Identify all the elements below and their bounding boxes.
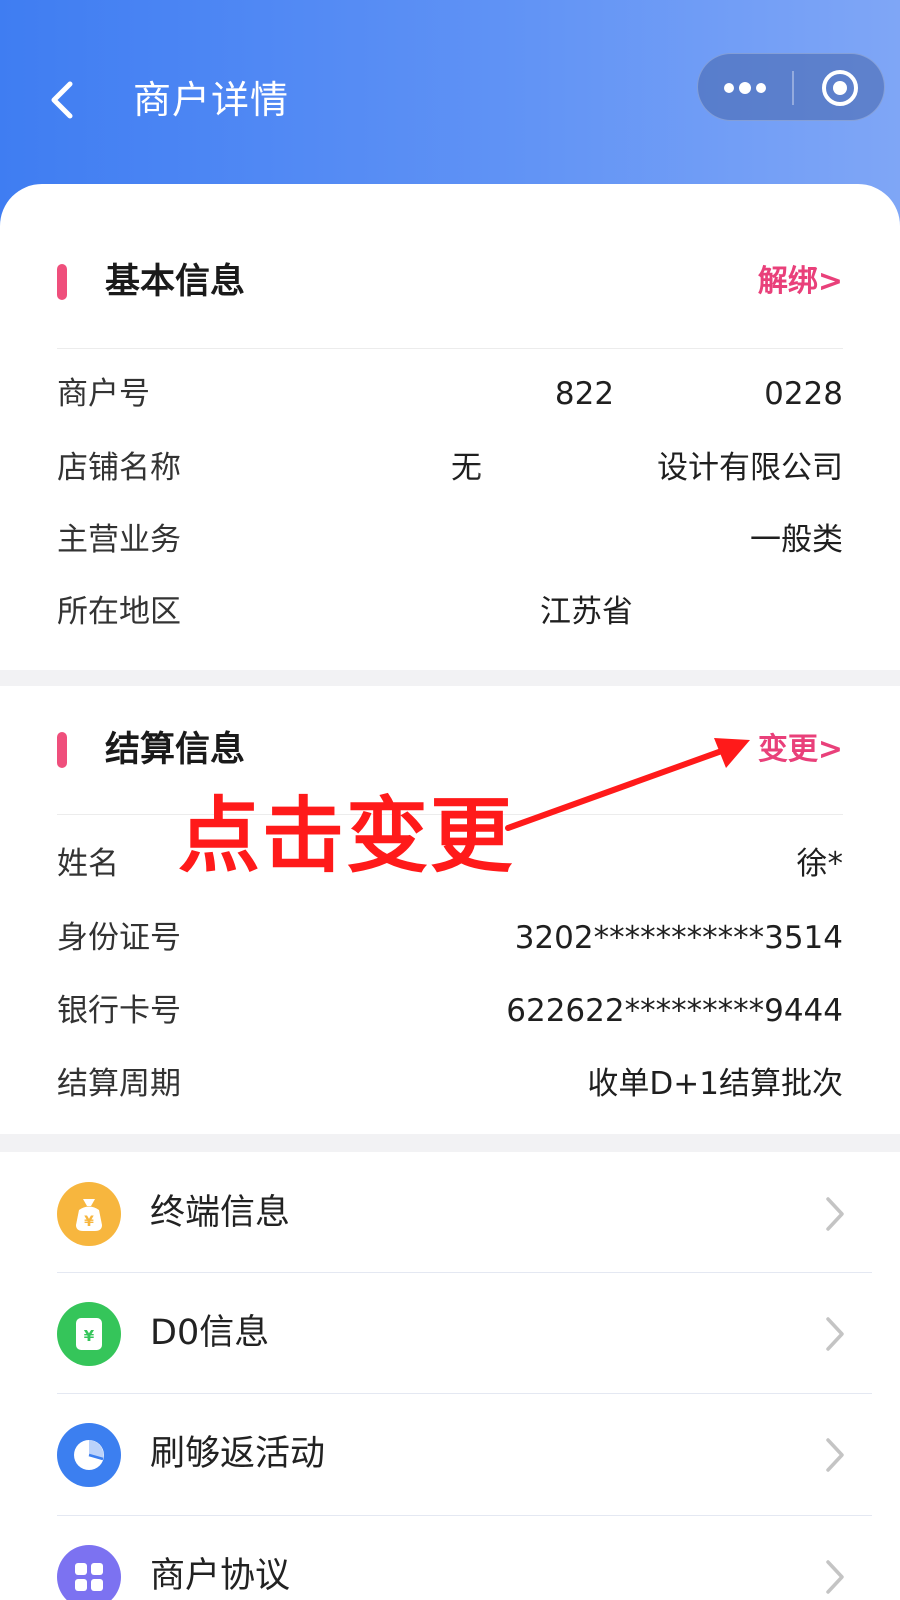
chevron-right-icon [815, 1312, 855, 1356]
row-value: 无​设计有限公司 [451, 438, 843, 498]
info-row-business: 主营业务 一般类 [0, 510, 900, 570]
menu-item-terminal[interactable]: ¥ 终端信息 [0, 1152, 900, 1274]
divider [57, 348, 843, 349]
unbind-link[interactable]: 解绑> [758, 252, 843, 312]
row-label: 身份证号 [57, 920, 181, 956]
row-label: 银行卡号 [57, 993, 181, 1029]
menu-label: 商户协议 [150, 1556, 291, 1596]
section-title: 结算信息 [105, 730, 246, 770]
section-accent-bar [57, 264, 67, 300]
info-row-bank-card: 银行卡号 622622*********9444 [0, 981, 900, 1041]
more-dots-icon [724, 82, 766, 94]
row-value: 江苏省​ [540, 582, 843, 642]
basic-info-card: 基本信息 解绑> 商户号 822​0228 店铺名称 无​设计有限公司 主营业务… [0, 184, 900, 670]
menu-item-activity[interactable]: 刷够返活动 [0, 1393, 900, 1515]
row-value: 822​0228 [555, 364, 843, 424]
info-row-merchant-no: 商户号 822​0228 [0, 364, 900, 424]
chevron-left-icon [51, 81, 73, 119]
row-label: 姓名 [57, 846, 119, 882]
row-label: 店铺名称 [57, 450, 181, 486]
annotation-arrow-icon [505, 738, 750, 831]
row-value: 622622*********9444 [506, 993, 843, 1029]
grid-doc-icon [57, 1545, 121, 1600]
target-circle-icon [822, 70, 858, 106]
info-row-settle-cycle: 结算周期 收单D+1结算批次 [0, 1054, 900, 1114]
menu-label: 刷够返活动 [150, 1434, 326, 1474]
section-accent-bar [57, 732, 67, 768]
menu-label: D0信息 [150, 1313, 270, 1353]
menu-label: 终端信息 [150, 1193, 291, 1233]
row-value: 一般类 [750, 522, 843, 558]
more-button[interactable] [698, 54, 792, 122]
chevron-right-icon [815, 1555, 855, 1599]
row-label: 主营业务 [57, 522, 181, 558]
chevron-right-icon [815, 1433, 855, 1477]
menu-item-d0[interactable]: ¥ D0信息 [0, 1272, 900, 1394]
money-bag-icon: ¥ [57, 1182, 121, 1246]
yuan-card-icon: ¥ [57, 1302, 121, 1366]
row-value: 徐* [796, 846, 844, 882]
row-label: 结算周期 [57, 1066, 181, 1102]
svg-text:¥: ¥ [84, 1327, 95, 1345]
change-link[interactable]: 变更> [758, 720, 843, 780]
info-row-region: 所在地区 江苏省​ [0, 582, 900, 642]
close-mini-program-button[interactable] [794, 54, 886, 122]
annotation-text: 点击变更 [178, 788, 515, 884]
back-button[interactable] [38, 72, 88, 128]
chevron-right-icon [815, 1192, 855, 1236]
basic-info-header: 基本信息 解绑> [0, 252, 900, 312]
info-row-store-name: 店铺名称 无​设计有限公司 [0, 438, 900, 498]
page-title: 商户详情 [133, 78, 290, 122]
pie-chart-icon [57, 1423, 121, 1487]
menu-list: ¥ 终端信息 ¥ D0信息 刷够返活动 商户协议 [0, 1152, 900, 1600]
menu-item-agreement[interactable]: 商户协议 [0, 1515, 900, 1600]
row-value: 3202***********3514 [514, 920, 843, 956]
mini-program-capsule [697, 53, 885, 121]
row-label: 商户号 [57, 376, 150, 412]
section-title: 基本信息 [105, 262, 246, 302]
svg-text:¥: ¥ [84, 1214, 94, 1230]
row-value: 收单D+1结算批次 [587, 1066, 843, 1102]
row-label: 所在地区 [57, 594, 181, 630]
info-row-id-number: 身份证号 3202***********3514 [0, 908, 900, 968]
